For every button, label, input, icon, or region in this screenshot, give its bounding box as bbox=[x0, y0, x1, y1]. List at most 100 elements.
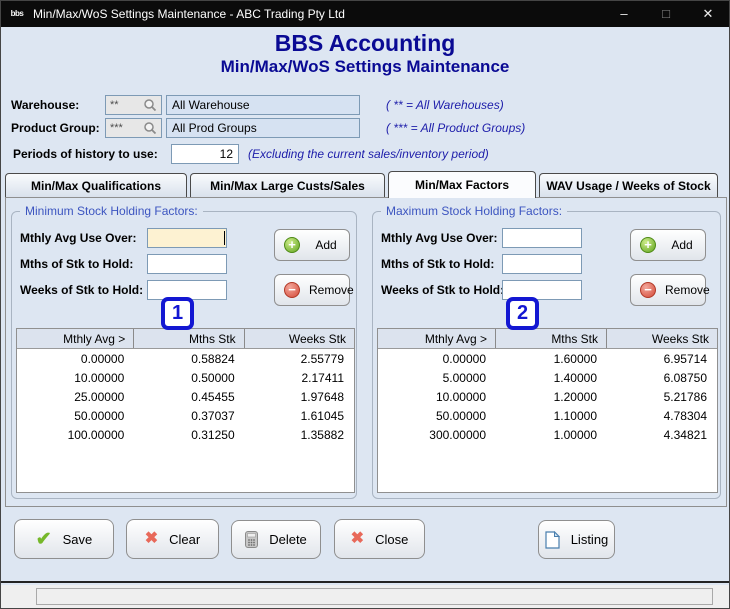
cell: 0.37037 bbox=[191, 409, 235, 423]
tab-minmax-large-custs-sales[interactable]: Min/Max Large Custs/Sales bbox=[190, 173, 385, 197]
table-row[interactable]: 10.00000 0.50000 2.17411 bbox=[17, 368, 354, 387]
check-icon: ✔ bbox=[35, 528, 52, 550]
cell: 1.10000 bbox=[553, 409, 597, 423]
min-avg-use-label: Mthly Avg Use Over: bbox=[20, 231, 137, 245]
cell: 50.00000 bbox=[74, 409, 125, 423]
table-row[interactable]: 5.00000 1.40000 6.08750 bbox=[378, 368, 717, 387]
cell: 6.95714 bbox=[663, 352, 707, 366]
maximize-button[interactable]: □ bbox=[645, 1, 687, 27]
cell: 6.08750 bbox=[663, 371, 707, 385]
cell: 300.00000 bbox=[429, 428, 486, 442]
col-header-mths-stk[interactable]: Mths Stk bbox=[134, 329, 245, 348]
tab-minmax-qualifications[interactable]: Min/Max Qualifications bbox=[5, 173, 187, 197]
periods-note: (Excluding the current sales/inventory p… bbox=[248, 147, 489, 161]
warehouse-code-input[interactable] bbox=[110, 99, 141, 111]
min-mths-hold-input[interactable] bbox=[147, 254, 227, 274]
warehouse-value-field: All Warehouse bbox=[166, 95, 360, 115]
minimum-factors-title: Minimum Stock Holding Factors: bbox=[20, 204, 203, 218]
periods-input[interactable] bbox=[171, 144, 239, 164]
cell: 50.00000 bbox=[435, 409, 486, 423]
save-label: Save bbox=[62, 531, 93, 547]
min-mths-hold-label: Mths of Stk to Hold: bbox=[20, 257, 134, 271]
maximum-factors-title: Maximum Stock Holding Factors: bbox=[381, 204, 568, 218]
col-header-mthly-avg[interactable]: Mthly Avg > bbox=[378, 329, 496, 348]
min-remove-label: Remove bbox=[309, 283, 354, 297]
status-bar bbox=[1, 585, 729, 608]
minus-icon: − bbox=[284, 282, 300, 298]
listing-label: Listing bbox=[570, 532, 609, 547]
max-add-button[interactable]: + Add bbox=[630, 229, 706, 261]
min-add-button[interactable]: + Add bbox=[274, 229, 350, 261]
product-group-value-field: All Prod Groups bbox=[166, 118, 360, 138]
max-avg-use-input[interactable] bbox=[502, 228, 582, 248]
periods-label: Periods of history to use: bbox=[13, 147, 158, 161]
product-group-search-icon[interactable] bbox=[141, 119, 159, 137]
clear-label: Clear bbox=[169, 531, 201, 547]
cell: 1.40000 bbox=[553, 371, 597, 385]
max-mths-hold-label: Mths of Stk to Hold: bbox=[381, 257, 495, 271]
max-remove-label: Remove bbox=[665, 283, 710, 297]
cell: 0.31250 bbox=[191, 428, 235, 442]
min-add-label: Add bbox=[315, 238, 337, 252]
warehouse-note: ( ** = All Warehouses) bbox=[386, 98, 504, 112]
app-window: bbs Min/Max/WoS Settings Maintenance - A… bbox=[0, 0, 730, 609]
minus-icon: − bbox=[640, 282, 656, 298]
tab-minmax-factors[interactable]: Min/Max Factors bbox=[388, 171, 536, 198]
col-header-mths-stk[interactable]: Mths Stk bbox=[496, 329, 607, 348]
cell: 0.50000 bbox=[191, 371, 235, 385]
page-title: Min/Max/WoS Settings Maintenance bbox=[220, 57, 510, 76]
table-row[interactable]: 0.00000 0.58824 2.55779 bbox=[17, 349, 354, 368]
min-weeks-hold-label: Weeks of Stk to Hold: bbox=[20, 283, 144, 297]
min-avg-use-input[interactable] bbox=[147, 228, 227, 248]
cell: 1.60000 bbox=[553, 352, 597, 366]
table-row[interactable]: 10.00000 1.20000 5.21786 bbox=[378, 387, 717, 406]
delete-button[interactable]: Delete bbox=[231, 520, 321, 559]
warehouse-search-icon[interactable] bbox=[141, 96, 159, 114]
save-button[interactable]: ✔ Save bbox=[14, 519, 114, 559]
table-row[interactable]: 25.00000 0.45455 1.97648 bbox=[17, 387, 354, 406]
close-window-button[interactable]: ✕ bbox=[687, 1, 729, 27]
calculator-icon bbox=[245, 531, 259, 548]
minimum-factors-groupbox: Minimum Stock Holding Factors: Mthly Avg… bbox=[11, 204, 357, 499]
plus-icon: + bbox=[640, 237, 656, 253]
cell: 1.97648 bbox=[300, 390, 344, 404]
minimize-button[interactable]: – bbox=[603, 1, 645, 27]
warehouse-code-lookup bbox=[105, 95, 162, 115]
close-button[interactable]: ✖ Close bbox=[334, 519, 425, 559]
col-header-weeks-stk[interactable]: Weeks Stk bbox=[245, 329, 354, 348]
col-header-mthly-avg[interactable]: Mthly Avg > bbox=[17, 329, 135, 348]
min-remove-button[interactable]: − Remove bbox=[274, 274, 354, 306]
cell: 25.00000 bbox=[74, 390, 125, 404]
cross-icon: ✖ bbox=[350, 530, 365, 547]
cell: 4.34821 bbox=[663, 428, 707, 442]
table-header-row: Mthly Avg > Mths Stk Weeks Stk bbox=[17, 329, 354, 349]
table-row[interactable]: 50.00000 0.37037 1.61045 bbox=[17, 406, 354, 425]
cell: 5.00000 bbox=[442, 371, 486, 385]
minimum-factors-table: Mthly Avg > Mths Stk Weeks Stk 0.00000 0… bbox=[16, 328, 355, 493]
tab-bar: Min/Max Qualifications Min/Max Large Cus… bbox=[5, 171, 727, 198]
app-icon: bbs bbox=[10, 9, 24, 18]
close-label: Close bbox=[375, 531, 409, 547]
delete-label: Delete bbox=[269, 532, 307, 547]
clear-button[interactable]: ✖ Clear bbox=[126, 519, 219, 559]
table-row[interactable]: 100.00000 0.31250 1.35882 bbox=[17, 425, 354, 444]
max-mths-hold-input[interactable] bbox=[502, 254, 582, 274]
cell: 1.61045 bbox=[300, 409, 344, 423]
table-row[interactable]: 300.00000 1.00000 4.34821 bbox=[378, 425, 717, 444]
listing-button[interactable]: Listing bbox=[538, 520, 615, 559]
text-caret bbox=[224, 231, 225, 245]
warehouse-label: Warehouse: bbox=[11, 98, 80, 112]
cell: 0.00000 bbox=[442, 352, 486, 366]
cell: 10.00000 bbox=[74, 371, 125, 385]
table-row[interactable]: 50.00000 1.10000 4.78304 bbox=[378, 406, 717, 425]
product-group-code-input[interactable] bbox=[110, 122, 141, 134]
cell: 1.35882 bbox=[300, 428, 344, 442]
tab-wav-usage-weeks-of-stock[interactable]: WAV Usage / Weeks of Stock bbox=[539, 173, 718, 197]
product-group-label: Product Group: bbox=[11, 121, 100, 135]
max-remove-button[interactable]: − Remove bbox=[630, 274, 710, 306]
cell: 2.55779 bbox=[300, 352, 344, 366]
cross-icon: ✖ bbox=[144, 530, 159, 547]
title-bar: bbs Min/Max/WoS Settings Maintenance - A… bbox=[1, 1, 729, 27]
col-header-weeks-stk[interactable]: Weeks Stk bbox=[607, 329, 717, 348]
table-row[interactable]: 0.00000 1.60000 6.95714 bbox=[378, 349, 717, 368]
